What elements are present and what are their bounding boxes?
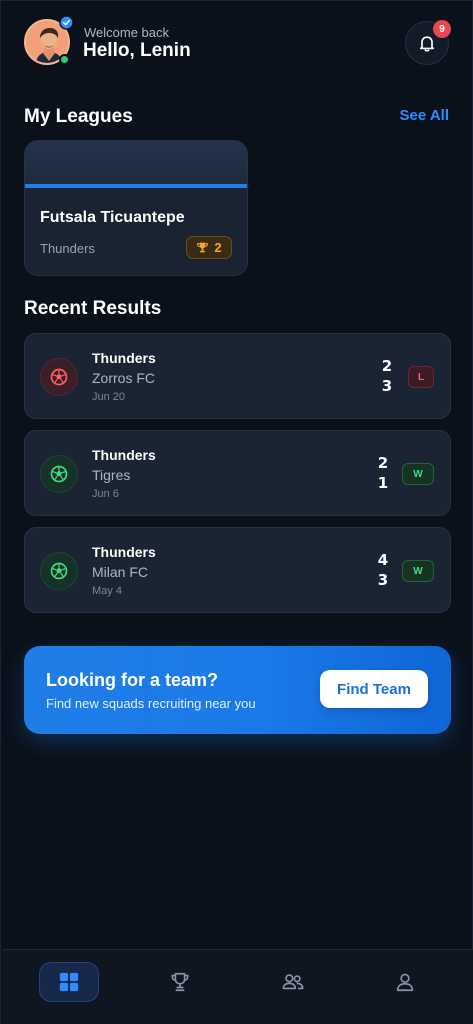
league-banner: [25, 141, 247, 188]
result-icon: [40, 552, 78, 590]
recent-results-heading: Recent Results: [24, 298, 162, 319]
match-date: Jun 6: [92, 488, 119, 500]
result-card[interactable]: Thunders Tigres Jun 6 2 1 W: [24, 430, 451, 516]
result-icon: [40, 358, 78, 396]
online-status-dot: [59, 54, 70, 65]
match-date: May 4: [92, 585, 122, 597]
notifications-button[interactable]: 9: [405, 20, 451, 65]
home-team: Thunders: [92, 350, 156, 366]
home-team: Thunders: [92, 544, 156, 560]
nav-item-profile[interactable]: [375, 962, 435, 1002]
league-name: Futsala Ticuantepe: [40, 209, 185, 226]
bottom-nav: [2, 949, 473, 1024]
away-score: 1: [377, 474, 389, 492]
users-icon: [282, 974, 304, 990]
result-icon: [40, 455, 78, 493]
away-team: Zorros FC: [92, 370, 155, 386]
promo-title: Looking for a team?: [46, 670, 219, 690]
verified-icon: [59, 15, 74, 30]
trophy-count-badge: 2: [186, 236, 232, 259]
home-score: 2: [377, 454, 389, 472]
soccer-ball-icon: [50, 368, 68, 386]
trophy-count: 2: [214, 240, 222, 255]
find-team-banner: Looking for a team? Find new squads recr…: [24, 646, 451, 734]
match-date: Jun 20: [92, 391, 126, 403]
nav-item-leagues[interactable]: [150, 962, 210, 1002]
result-card[interactable]: Thunders Milan FC May 4 4 3 W: [24, 527, 451, 613]
my-leagues-heading: My Leagues: [24, 106, 133, 127]
away-team: Tigres: [92, 467, 131, 483]
profile-icon: [396, 973, 414, 992]
greeting-text: Hello, Lenin: [83, 40, 191, 61]
home-score: 4: [377, 551, 389, 569]
trophy-icon: [197, 242, 209, 253]
soccer-ball-icon: [50, 562, 68, 580]
promo-subtitle: Find new squads recruiting near you: [46, 696, 256, 711]
outcome-badge: W: [402, 463, 434, 485]
home-score: 2: [381, 357, 393, 375]
header: Welcome back Hello, Lenin 9: [24, 15, 451, 67]
grid-icon: [59, 972, 79, 992]
away-score: 3: [381, 377, 393, 395]
bell-icon: [419, 36, 435, 52]
nav-item-teams[interactable]: [263, 962, 323, 1002]
trophy-icon: [171, 972, 189, 992]
nav-item-home[interactable]: [39, 962, 99, 1002]
away-team: Milan FC: [92, 564, 149, 580]
find-team-button[interactable]: Find Team: [320, 670, 428, 708]
league-team: Thunders: [40, 241, 95, 256]
league-card[interactable]: Futsala Ticuantepe Thunders 2: [24, 140, 248, 276]
home-team: Thunders: [92, 447, 156, 463]
welcome-text: Welcome back: [84, 25, 170, 40]
notification-badge: 9: [433, 20, 451, 38]
result-card[interactable]: Thunders Zorros FC Jun 20 2 3 L: [24, 333, 451, 419]
see-all-link[interactable]: See All: [400, 107, 449, 124]
outcome-badge: W: [402, 560, 434, 582]
outcome-badge: L: [408, 366, 434, 388]
soccer-ball-icon: [50, 465, 68, 483]
app-screen: Welcome back Hello, Lenin 9 My Leagues S…: [0, 0, 473, 1024]
away-score: 3: [377, 571, 389, 589]
